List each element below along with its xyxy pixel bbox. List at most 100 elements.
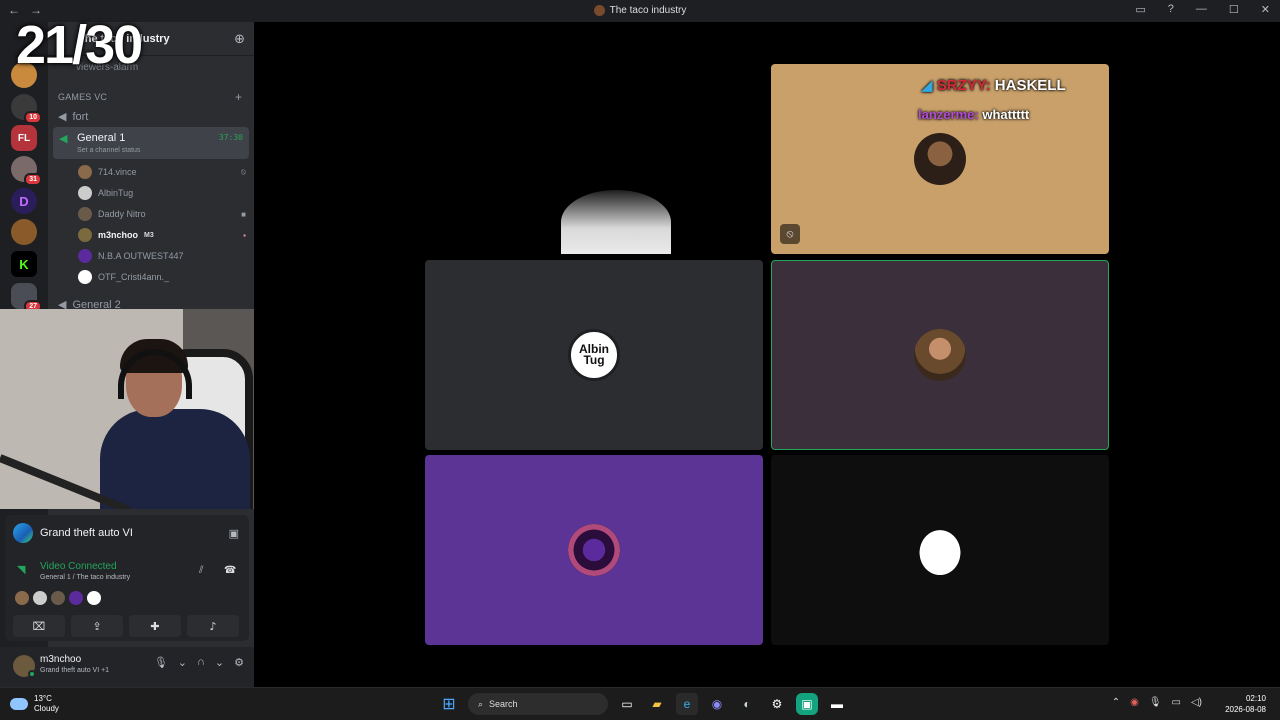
participant-tile-nba-outwest[interactable] — [425, 455, 763, 645]
chevron-down-icon[interactable]: ⌄ — [215, 656, 224, 669]
voice-channel-general-1[interactable]: ◀ General 1 Set a channel status 37:30 — [53, 127, 249, 159]
server-avatar-2[interactable]: 10 — [11, 94, 42, 124]
avatar — [78, 186, 92, 200]
gear-icon[interactable]: ⚙ — [234, 656, 244, 669]
minimize-button[interactable]: — — [1196, 3, 1207, 16]
stream-tile[interactable] — [425, 62, 763, 254]
clock[interactable]: 02:10 2026-08-08 — [1225, 693, 1266, 715]
activity-name: Grand theft auto VI — [40, 527, 133, 539]
member-name: m3nchoo — [98, 230, 139, 240]
temperature: 13°C — [34, 694, 52, 703]
microphone-icon[interactable]: 🎙 — [1149, 697, 1162, 708]
windows-start-icon[interactable]: ⊞ — [438, 693, 460, 715]
member-name: OTF_Cristi4ann._ — [98, 272, 170, 282]
invite-icon[interactable]: ⊕ — [234, 31, 245, 47]
server-avatar-8[interactable]: 27 — [11, 283, 42, 313]
channel-name: fort — [72, 110, 89, 123]
participant-tile-albintug[interactable]: Albin Tug — [425, 260, 763, 450]
channel-status[interactable]: Set a channel status — [77, 147, 140, 154]
chat-badge-icon: ◢ — [921, 77, 933, 94]
activities-button[interactable]: ✚ — [129, 615, 181, 637]
volume-icon[interactable]: ◁) — [1191, 697, 1202, 708]
username[interactable]: m3nchoo — [40, 654, 81, 665]
file-explorer-icon[interactable]: ▰ — [646, 693, 668, 715]
help-icon[interactable]: ? — [1168, 3, 1174, 16]
screen-share-button[interactable]: ⇪ — [71, 615, 123, 637]
participant-tile-daddy-nitro[interactable] — [771, 260, 1109, 450]
noise-suppression-icon[interactable]: ⫽ — [199, 565, 203, 576]
mention-badge: 31 — [24, 173, 42, 186]
screen-share-icon[interactable]: ▣ — [229, 527, 239, 540]
avatar — [914, 329, 966, 381]
stream-video — [561, 190, 671, 254]
avatar — [914, 133, 966, 185]
tray-app-icon[interactable]: ◉ — [1130, 697, 1139, 708]
task-view-icon[interactable]: ▭ — [616, 693, 638, 715]
voice-panel: Grand theft auto VI ▣ ◥ Video Connected … — [5, 515, 249, 641]
search-box[interactable]: ⌕ Search — [468, 693, 608, 715]
discord-icon[interactable]: ◉ — [706, 693, 728, 715]
camera-button[interactable]: ⌧ — [13, 615, 65, 637]
signal-icon: ◥ — [17, 564, 26, 576]
member-name: AlbinTug — [98, 188, 134, 198]
edge-icon[interactable]: e — [676, 693, 698, 715]
voice-member[interactable]: Daddy Nitro ■ — [78, 205, 246, 223]
progress-counter: 21/30 — [16, 15, 143, 75]
discord-window: ← → The taco industry ▭ ? — ☐ ✕ 10 FL 31… — [0, 0, 1280, 720]
chat-username: SRZYY: — [936, 77, 991, 94]
participant-tile-otf-cristi[interactable] — [771, 455, 1109, 645]
search-icon: ⌕ — [478, 698, 484, 709]
title-bar: ← → The taco industry ▭ ? — ☐ ✕ — [0, 0, 1280, 22]
online-status-icon — [28, 670, 36, 678]
network-icon[interactable]: ▭ — [1172, 697, 1181, 708]
headphones-icon[interactable]: ∩ — [197, 656, 205, 669]
activity-row[interactable]: Grand theft auto VI — [13, 523, 133, 543]
app-icon[interactable]: ▣ — [796, 693, 818, 715]
avatar: Albin Tug — [568, 329, 620, 381]
voice-member[interactable]: OTF_Cristi4ann._ — [78, 268, 246, 286]
server-avatar-4[interactable]: 31 — [11, 156, 42, 186]
stream-icon: ▪ — [243, 230, 246, 240]
maximize-button[interactable]: ☐ — [1229, 3, 1239, 16]
weather-widget[interactable]: 13°C Cloudy — [10, 694, 59, 714]
chevron-down-icon[interactable]: ⌄ — [178, 656, 187, 669]
voice-channel-fort[interactable]: ◀ fort — [58, 110, 89, 124]
voice-member[interactable]: 714.vince ⦸ — [78, 163, 246, 181]
time: 02:10 — [1245, 694, 1266, 703]
microphone-icon[interactable]: 🎙 — [154, 656, 168, 669]
soundboard-button[interactable]: ♪ — [187, 615, 239, 637]
disconnect-icon[interactable]: ☎ — [224, 565, 236, 576]
chat-line-1: ◢ SRZYY: HASKELL — [921, 76, 1066, 94]
close-button[interactable]: ✕ — [1261, 3, 1270, 16]
window-controls: ▭ ? — ☐ ✕ — [1135, 3, 1270, 16]
avatar[interactable] — [69, 591, 83, 605]
chat-overlay-tile[interactable]: ◢ SRZYY: HASKELL lanzerme: whattttt ⦸ — [771, 64, 1109, 254]
server-avatar-kick[interactable]: K — [11, 251, 37, 277]
avatar[interactable] — [51, 591, 65, 605]
server-avatar-5[interactable]: D — [11, 188, 37, 214]
gear-app-icon[interactable]: ⚙ — [766, 693, 788, 715]
voice-status[interactable]: Video Connected — [40, 561, 117, 572]
avatar[interactable] — [33, 591, 47, 605]
voice-member[interactable]: N.B.A OUTWEST447 — [78, 247, 246, 265]
voice-member[interactable]: AlbinTug — [78, 184, 246, 202]
webcam-person-body — [100, 409, 250, 509]
steam-icon[interactable]: ◐ — [736, 693, 758, 715]
inbox-icon[interactable]: ▭ — [1135, 3, 1145, 16]
mention-badge: 10 — [24, 111, 42, 124]
avatar[interactable] — [15, 591, 29, 605]
user-panel: m3nchoo Grand theft auto VI +1 🎙 ⌄ ∩ ⌄ ⚙ — [0, 647, 254, 687]
add-channel-icon[interactable]: + — [235, 90, 242, 104]
channel-name: General 1 — [77, 132, 126, 144]
avatar[interactable] — [87, 591, 101, 605]
voice-member[interactable]: m3nchoo M3 ▪ — [78, 226, 246, 244]
voice-location[interactable]: General 1 / The taco industry — [40, 574, 130, 581]
weather-condition: Cloudy — [34, 704, 59, 713]
category-games-vc[interactable]: GAMES VC — [58, 92, 107, 102]
server-avatar-3[interactable]: FL — [11, 125, 37, 151]
server-icon — [593, 5, 605, 16]
terminal-icon[interactable]: ▬ — [826, 693, 848, 715]
server-avatar-6[interactable] — [11, 219, 37, 245]
chevron-up-icon[interactable]: ⌃ — [1112, 697, 1120, 708]
edge-browser-icon — [13, 523, 33, 543]
